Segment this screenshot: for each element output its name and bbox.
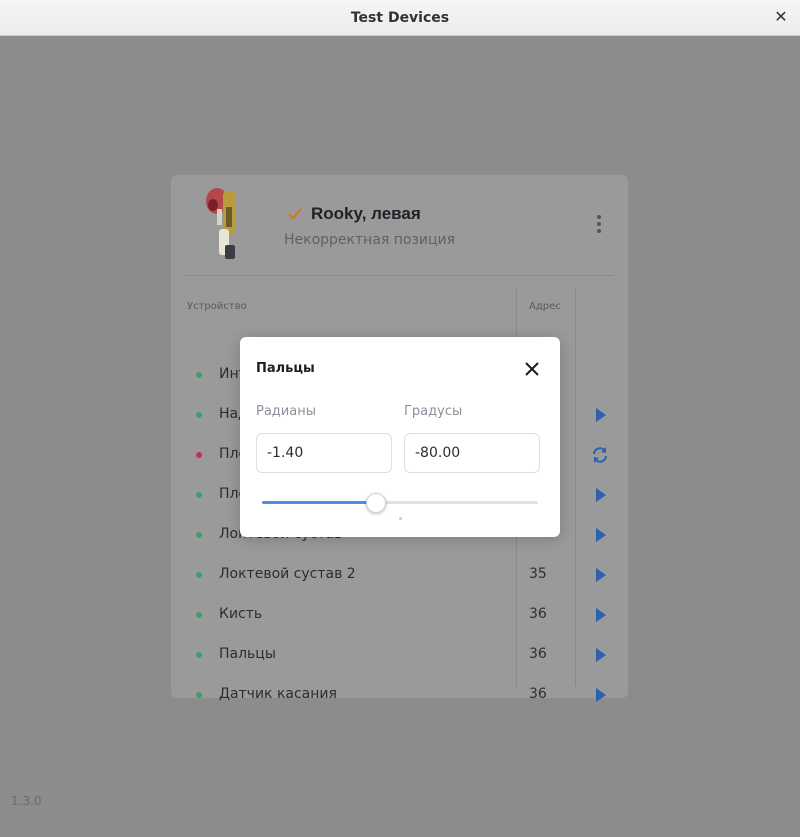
app-version: 1.3.0 <box>11 794 42 808</box>
status-dot <box>196 692 202 698</box>
degrees-label: Градусы <box>404 404 463 419</box>
play-icon[interactable] <box>590 525 610 545</box>
play-icon[interactable] <box>590 405 610 425</box>
play-icon[interactable] <box>590 565 610 585</box>
window-close-icon[interactable]: ✕ <box>772 8 790 26</box>
device-row: Пальцы 36 <box>171 635 628 675</box>
degrees-input[interactable] <box>404 433 540 473</box>
play-icon[interactable] <box>590 485 610 505</box>
device-row: Кисть 36 <box>171 595 628 635</box>
play-icon[interactable] <box>590 685 610 705</box>
device-address: 36 <box>529 646 547 662</box>
header-divider <box>185 275 614 276</box>
dialog-title: Пальцы <box>256 361 315 376</box>
column-header-device: Устройство <box>187 301 247 312</box>
radians-label: Радианы <box>256 404 316 419</box>
status-dot <box>196 412 202 418</box>
dialog-close-icon[interactable] <box>520 357 544 381</box>
window-titlebar: Test Devices ✕ <box>0 0 800 36</box>
radians-input[interactable] <box>256 433 392 473</box>
device-name-row: Rooky, левая <box>287 204 421 224</box>
device-label: Кисть <box>219 606 263 622</box>
status-dot <box>196 652 202 658</box>
device-address: 36 <box>529 606 547 622</box>
check-icon <box>288 208 302 220</box>
play-icon[interactable] <box>590 605 610 625</box>
joint-dialog: Пальцы Радианы Градусы <box>240 337 560 537</box>
device-status: Некорректная позиция <box>284 232 456 248</box>
device-address: 35 <box>529 566 547 582</box>
device-name: Rooky, левая <box>311 204 421 223</box>
slider-center-tick <box>399 517 402 520</box>
slider-thumb[interactable] <box>366 493 387 513</box>
column-header-address: Адрес <box>529 301 561 312</box>
device-label: Датчик касания <box>219 686 337 702</box>
device-label: Пальцы <box>219 646 276 662</box>
angle-slider[interactable] <box>262 493 538 520</box>
status-dot <box>196 532 202 538</box>
refresh-icon[interactable] <box>590 445 610 465</box>
play-icon[interactable] <box>590 645 610 665</box>
device-address: 36 <box>529 686 547 702</box>
status-dot <box>196 612 202 618</box>
device-row: Локтевой сустав 2 35 <box>171 555 628 595</box>
status-dot <box>196 452 202 458</box>
robot-hand-image <box>206 188 235 259</box>
slider-fill <box>262 501 376 504</box>
status-dot <box>196 372 202 378</box>
status-dot <box>196 572 202 578</box>
device-label: Локтевой сустав 2 <box>219 566 356 582</box>
device-row: Датчик касания 36 <box>171 675 628 715</box>
status-dot <box>196 492 202 498</box>
more-options-icon[interactable] <box>591 215 607 237</box>
window-title: Test Devices <box>350 10 450 26</box>
